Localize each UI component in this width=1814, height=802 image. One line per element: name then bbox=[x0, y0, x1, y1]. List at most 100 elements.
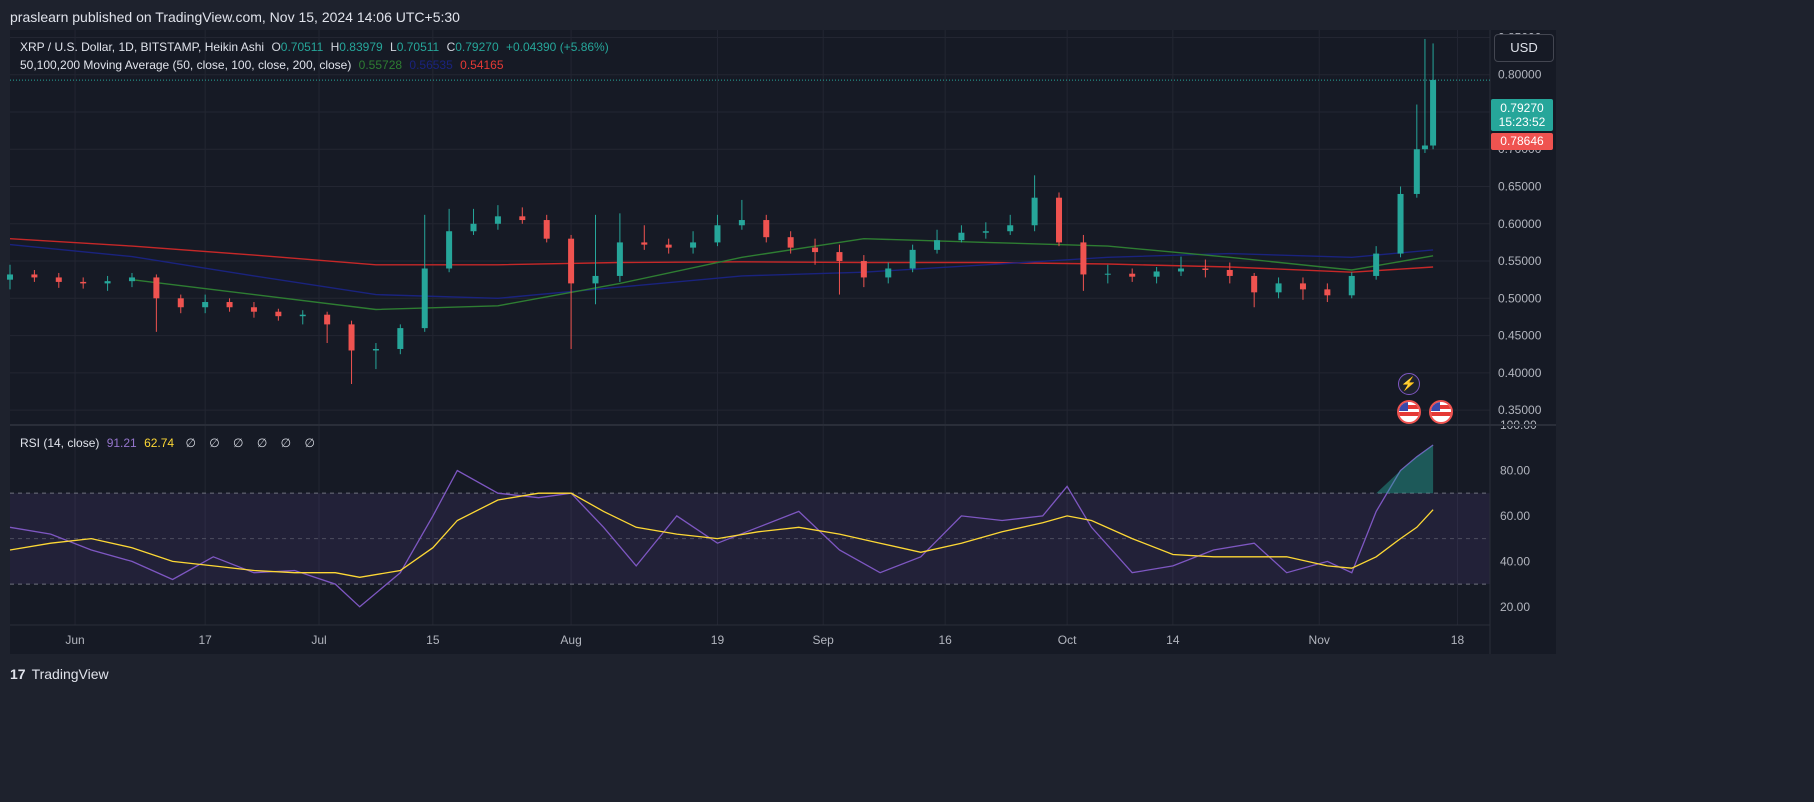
time-tick-label: Aug bbox=[560, 633, 581, 647]
price-tick-label: 0.55000 bbox=[1498, 254, 1542, 268]
open-value: 0.70511 bbox=[280, 40, 324, 54]
candle-body bbox=[543, 220, 550, 239]
change-value: +0.04390 (+5.86%) bbox=[505, 40, 609, 54]
tradingview-logo-icon: 17 bbox=[10, 666, 26, 682]
na-value: ∅ bbox=[209, 436, 220, 450]
candle-body bbox=[1430, 79, 1437, 146]
event-lightning-icon[interactable]: ⚡ bbox=[1398, 373, 1420, 395]
time-tick-label: Sep bbox=[813, 633, 835, 647]
rsi-value: 91.21 bbox=[106, 436, 137, 450]
candle-body bbox=[665, 244, 672, 248]
ma-price-tag: 0.78646 bbox=[1491, 133, 1553, 150]
time-tick-label: 19 bbox=[711, 633, 725, 647]
candle-body bbox=[1007, 225, 1014, 232]
candle-body bbox=[616, 242, 623, 276]
close-value: 0.79270 bbox=[455, 40, 499, 54]
candle-body bbox=[860, 261, 867, 278]
ma-price-value: 0.78646 bbox=[1500, 134, 1544, 148]
time-tick-label: 14 bbox=[1166, 633, 1180, 647]
ma50-value: 0.55728 bbox=[358, 58, 403, 72]
candle-body bbox=[446, 231, 453, 269]
candle-body bbox=[421, 268, 428, 329]
candle-body bbox=[519, 216, 526, 221]
candle-body bbox=[1413, 149, 1420, 194]
candle-body bbox=[1299, 283, 1306, 290]
price-tick-label: 0.60000 bbox=[1498, 217, 1542, 231]
price-chart-svg: 0.850000.800000.750000.700000.650000.600… bbox=[7, 30, 1556, 654]
candle-body bbox=[470, 223, 477, 232]
candle-body bbox=[1275, 283, 1282, 293]
candle-body bbox=[80, 281, 87, 284]
tradingview-footer[interactable]: 17 TradingView bbox=[10, 666, 109, 682]
na-value: ∅ bbox=[185, 436, 196, 450]
rsi-title: RSI (14, close) bbox=[20, 436, 100, 450]
candle-body bbox=[7, 274, 13, 280]
candle-body bbox=[641, 242, 648, 245]
rsi-tick-label: 60.00 bbox=[1500, 509, 1530, 523]
candle-body bbox=[1129, 273, 1136, 277]
candle-body bbox=[226, 302, 233, 308]
rsi-ma-value: 62.74 bbox=[144, 436, 175, 450]
candle-body bbox=[31, 274, 38, 278]
rsi-tick-label: 20.00 bbox=[1500, 600, 1530, 614]
ma200-line bbox=[9, 238, 1434, 273]
currency-button[interactable]: USD bbox=[1494, 34, 1554, 62]
candle-body bbox=[299, 314, 306, 317]
high-label: H bbox=[330, 40, 340, 54]
candle-body bbox=[275, 311, 282, 317]
ma100-value: 0.56535 bbox=[409, 58, 453, 72]
candle-body bbox=[1031, 197, 1038, 226]
time-tick-label: Jul bbox=[311, 633, 326, 647]
rsi-tick-label: 80.00 bbox=[1500, 463, 1530, 477]
ma-title: 50,100,200 Moving Average (50, close, 10… bbox=[20, 58, 352, 72]
ma-legend[interactable]: 50,100,200 Moving Average (50, close, 10… bbox=[20, 58, 508, 72]
candle-body bbox=[982, 231, 989, 233]
candle-body bbox=[1226, 269, 1233, 276]
price-tick-label: 0.80000 bbox=[1498, 68, 1542, 82]
time-tick-label: 18 bbox=[1451, 633, 1465, 647]
candle-body bbox=[324, 314, 331, 325]
brand-name: TradingView bbox=[31, 666, 109, 682]
price-tick-label: 0.50000 bbox=[1498, 291, 1542, 305]
low-label: L bbox=[390, 40, 397, 54]
candle-body bbox=[128, 277, 135, 282]
us-flag-event-icon[interactable] bbox=[1429, 400, 1453, 424]
na-value: ∅ bbox=[256, 436, 268, 450]
time-tick-label: 15 bbox=[426, 633, 440, 647]
symbol-legend[interactable]: XRP / U.S. Dollar, 1D, BITSTAMP, Heikin … bbox=[20, 40, 613, 54]
candle-body bbox=[787, 237, 794, 248]
price-tick-label: 0.45000 bbox=[1498, 329, 1542, 343]
na-value: ∅ bbox=[233, 436, 244, 450]
us-flag-event-icon[interactable] bbox=[1397, 400, 1421, 424]
candle-body bbox=[1251, 275, 1258, 293]
candle-body bbox=[836, 252, 843, 262]
candle-body bbox=[55, 277, 62, 282]
rsi-legend[interactable]: RSI (14, close) 91.21 62.74 ∅ ∅ ∅ ∅ ∅ ∅ bbox=[20, 436, 319, 450]
candle-body bbox=[690, 242, 697, 248]
candle-body bbox=[885, 268, 892, 278]
high-value: 0.83979 bbox=[339, 40, 383, 54]
last-price-value: 0.79270 bbox=[1500, 101, 1544, 115]
candle-body bbox=[372, 348, 379, 351]
candle-body bbox=[909, 249, 916, 269]
candle-body bbox=[568, 238, 575, 284]
candle-body bbox=[397, 328, 404, 349]
rsi-overbought-fill bbox=[1376, 445, 1434, 494]
time-tick-label: Oct bbox=[1058, 633, 1077, 647]
candle-body bbox=[1397, 193, 1404, 254]
candle-body bbox=[104, 281, 111, 284]
candle-body bbox=[202, 302, 209, 308]
candle-body bbox=[812, 247, 819, 253]
rsi-tick-label: 40.00 bbox=[1500, 554, 1530, 568]
candle-body bbox=[1421, 145, 1428, 150]
candle-body bbox=[153, 277, 160, 299]
candle-body bbox=[934, 240, 941, 250]
time-tick-label: Nov bbox=[1309, 633, 1330, 647]
candle-body bbox=[1153, 271, 1160, 277]
candle-body bbox=[250, 307, 257, 312]
candle-body bbox=[1080, 242, 1087, 275]
candle-body bbox=[494, 216, 501, 224]
na-value: ∅ bbox=[280, 436, 292, 450]
last-price-tag: 0.79270 15:23:52 bbox=[1491, 99, 1553, 131]
candle-body bbox=[714, 225, 721, 243]
